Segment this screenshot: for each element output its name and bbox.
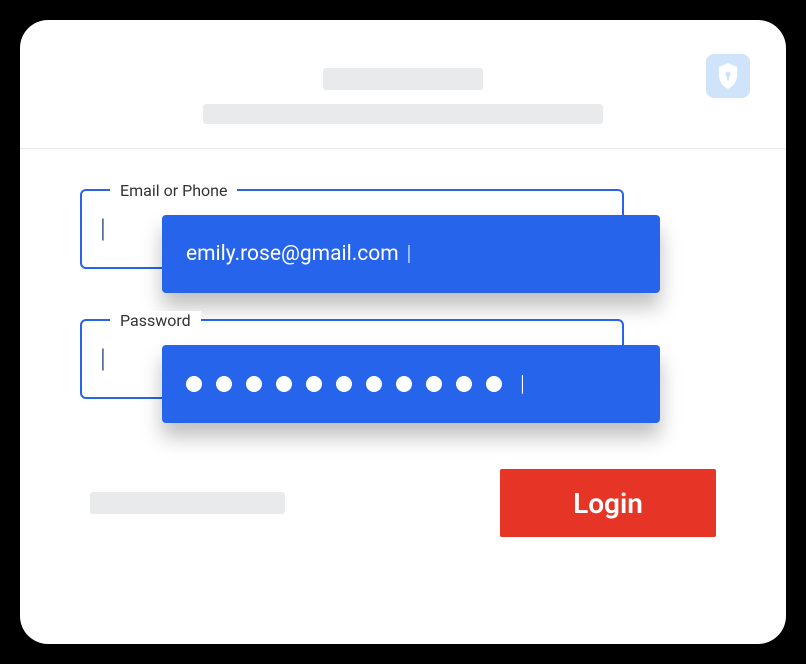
password-dot: [246, 376, 262, 392]
email-autofill-suggestion[interactable]: emily.rose@gmail.com |: [162, 215, 660, 293]
password-dot: [396, 376, 412, 392]
password-dot: [276, 376, 292, 392]
password-manager-badge[interactable]: [706, 54, 750, 98]
password-label: Password: [110, 311, 201, 330]
header: [20, 20, 786, 149]
login-button[interactable]: Login: [500, 469, 716, 537]
password-autofill-suggestion[interactable]: |: [162, 345, 660, 423]
lock-shield-icon: [717, 63, 739, 89]
password-dot: [486, 376, 502, 392]
form-footer: Login: [80, 469, 726, 537]
text-cursor: |: [100, 214, 106, 244]
footer-link-placeholder[interactable]: [90, 492, 285, 514]
password-dot: [456, 376, 472, 392]
password-dot: [426, 376, 442, 392]
email-field-group: Email or Phone | emily.rose@gmail.com |: [80, 189, 726, 269]
password-dot: [216, 376, 232, 392]
login-card: Email or Phone | emily.rose@gmail.com | …: [20, 20, 786, 644]
password-dot: [336, 376, 352, 392]
login-form: Email or Phone | emily.rose@gmail.com | …: [20, 149, 786, 567]
page-subtitle-placeholder: [203, 104, 603, 124]
text-cursor: |: [100, 344, 106, 374]
password-field-group: Password | |: [80, 319, 726, 399]
text-cursor: |: [520, 372, 525, 397]
password-dot: [306, 376, 322, 392]
password-dot: [186, 376, 202, 392]
page-title-placeholder: [323, 68, 483, 90]
email-label: Email or Phone: [110, 181, 237, 200]
autofill-email-value: emily.rose@gmail.com |: [186, 242, 411, 266]
password-dot: [366, 376, 382, 392]
masked-password-dots: |: [186, 372, 525, 397]
